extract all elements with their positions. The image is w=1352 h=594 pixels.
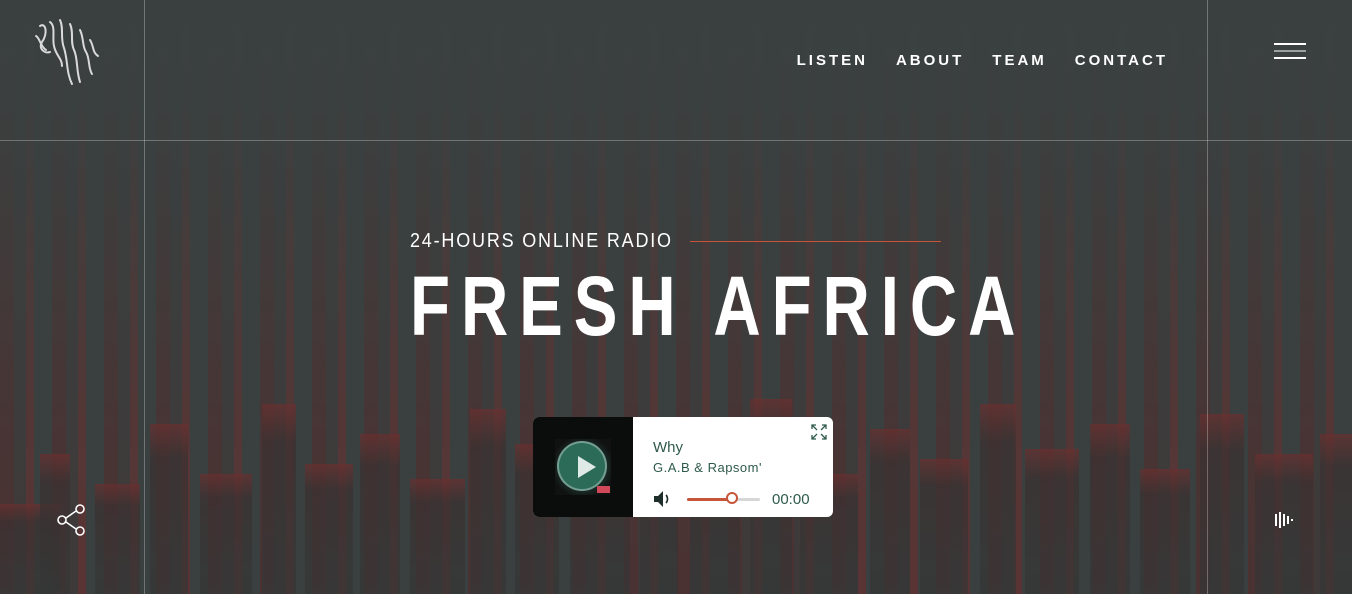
playback-time: 00:00 xyxy=(772,491,810,508)
skyline-building xyxy=(470,409,506,594)
skyline-building xyxy=(150,424,188,594)
volume-icon[interactable] xyxy=(653,490,673,508)
grid-line-right xyxy=(1207,0,1208,594)
grid-line-header xyxy=(0,140,1352,141)
skyline-building xyxy=(870,429,910,594)
share-icon[interactable] xyxy=(56,504,86,536)
skyline-building xyxy=(1320,434,1352,594)
album-badge xyxy=(597,486,610,493)
volume-slider[interactable] xyxy=(687,492,760,504)
skyline-building xyxy=(200,474,252,594)
equalizer-icon[interactable] xyxy=(1275,512,1295,528)
skyline-building xyxy=(410,479,465,594)
nav-team[interactable]: TEAM xyxy=(992,52,1047,69)
track-title: Why xyxy=(653,439,683,456)
volume-handle[interactable] xyxy=(726,492,739,504)
main-nav: LISTEN ABOUT TEAM CONTACT xyxy=(797,52,1168,69)
expand-icon[interactable] xyxy=(811,424,827,440)
menu-icon[interactable] xyxy=(1274,43,1306,61)
skyline-building xyxy=(262,404,296,594)
radio-player: Why G.A.B & Rapsom' 00:00 xyxy=(533,417,833,517)
album-cover xyxy=(533,417,633,517)
grid-line-left xyxy=(144,0,145,594)
skyline-building xyxy=(95,484,140,594)
nav-listen[interactable]: LISTEN xyxy=(797,52,868,69)
nav-contact[interactable]: CONTACT xyxy=(1075,52,1168,69)
skyline-building xyxy=(1140,469,1190,594)
hero-subtitle: 24-HOURS ONLINE RADIO xyxy=(410,230,673,252)
nav-about[interactable]: ABOUT xyxy=(896,52,964,69)
skyline-building xyxy=(305,464,353,594)
skyline-building xyxy=(360,434,400,594)
skyline-building xyxy=(1025,449,1079,594)
logo-icon[interactable] xyxy=(32,16,104,90)
hero-divider xyxy=(690,241,941,242)
track-artist: G.A.B & Rapsom' xyxy=(653,460,762,475)
skyline-building xyxy=(920,459,968,594)
hero-title: FRESH AFRICA xyxy=(410,259,1027,353)
skyline-building xyxy=(980,404,1016,594)
skyline-building xyxy=(1090,424,1130,594)
play-icon[interactable] xyxy=(557,441,607,491)
